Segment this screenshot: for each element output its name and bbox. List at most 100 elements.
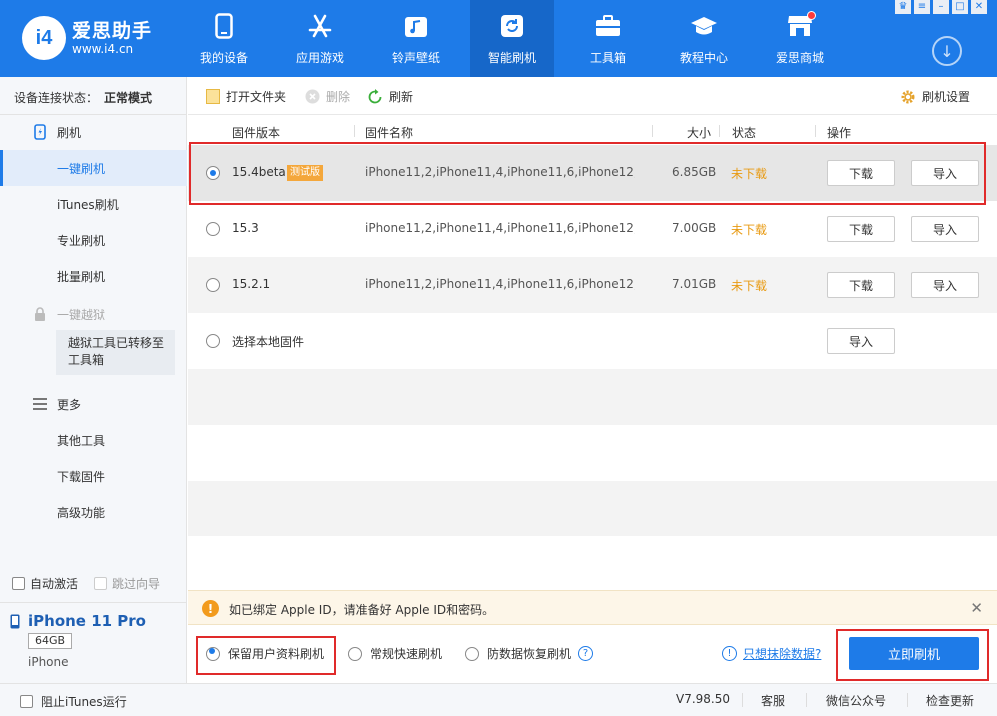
keep-data-radio[interactable] <box>206 646 220 661</box>
local-firmware-radio[interactable] <box>206 334 220 348</box>
col-version: 固件版本 <box>232 126 281 140</box>
nav-ringtones-wallpapers[interactable]: 铃声壁纸 <box>374 0 458 77</box>
option-quick-flash[interactable]: 常规快速刷机 <box>348 645 442 662</box>
app-name: 爱思助手 <box>72 19 153 42</box>
firmware-status: 未下载 <box>731 167 768 181</box>
refresh-icon <box>498 12 526 40</box>
phone-icon <box>210 12 238 40</box>
nav-label: 工具箱 <box>589 51 626 65</box>
nav-apps-games[interactable]: 应用游戏 <box>278 0 362 77</box>
customer-service-link[interactable]: 客服 <box>761 692 785 709</box>
menu-icon[interactable]: ≡ <box>914 0 930 14</box>
top-bar: i4 爱思助手 www.i4.cn 我的设备 应用游戏 铃声壁纸 智能刷机 工具… <box>0 0 997 77</box>
download-button[interactable]: 下载 <box>827 160 895 186</box>
import-button[interactable]: 导入 <box>911 216 979 242</box>
device-info: iPhone 11 Pro 64GB iPhone <box>0 602 187 683</box>
firmware-size: 6.85GB <box>672 165 717 179</box>
option-anti-recovery[interactable]: 防数据恢复刷机 ? <box>465 645 594 662</box>
sidebar-item-advanced[interactable]: 高级功能 <box>0 494 187 530</box>
sidebar-item-download-firmware[interactable]: 下载固件 <box>0 458 187 494</box>
table-row[interactable]: 15.3 iPhone11,2,iPhone11,4,iPhone11,6,iP… <box>188 201 997 257</box>
notice-text: 如已绑定 Apple ID，请准备好 Apple ID和密码。 <box>229 603 495 617</box>
block-itunes-checkbox[interactable] <box>20 695 33 708</box>
firmware-name: iPhone11,2,iPhone11,4,iPhone11,6,iPhone1… <box>365 221 635 235</box>
nav-label: 爱思商城 <box>775 51 824 65</box>
flash-now-button[interactable]: 立即刷机 <box>849 637 979 670</box>
download-manager-icon[interactable]: ↓ <box>932 36 962 66</box>
nav-smart-flash[interactable]: 智能刷机 <box>470 0 554 77</box>
graduation-cap-icon <box>690 12 718 40</box>
notice-close-icon[interactable]: ✕ <box>970 599 983 617</box>
delete-button[interactable]: 删除 <box>305 88 350 105</box>
firmware-name: iPhone11,2,iPhone11,4,iPhone11,6,iPhone1… <box>365 277 635 291</box>
empty-row <box>188 481 997 536</box>
firmware-radio[interactable] <box>206 222 220 236</box>
sidebar-item-other-tools[interactable]: 其他工具 <box>0 422 187 458</box>
nav-label: 我的设备 <box>199 51 248 65</box>
download-button[interactable]: 下载 <box>827 272 895 298</box>
local-firmware-row[interactable]: 选择本地固件 导入 <box>188 313 997 369</box>
anti-recovery-radio[interactable] <box>465 646 479 661</box>
local-import-button[interactable]: 导入 <box>827 328 895 354</box>
app-logo: i4 爱思助手 www.i4.cn <box>22 16 152 60</box>
nav-my-device[interactable]: 我的设备 <box>182 0 266 77</box>
sidebar-header-more: 更多 <box>0 386 187 422</box>
minimize-icon[interactable]: – <box>933 0 949 14</box>
skin-icon[interactable]: ♛ <box>895 0 911 14</box>
sidebar-item-one-click-flash[interactable]: 一键刷机 <box>0 150 187 186</box>
firmware-radio[interactable] <box>206 278 220 292</box>
nav-label: 教程中心 <box>679 51 728 65</box>
sidebar-item-batch-flash[interactable]: 批量刷机 <box>0 258 187 294</box>
sidebar-item-itunes-flash[interactable]: iTunes刷机 <box>0 186 187 222</box>
toolbox-icon <box>594 12 622 40</box>
option-keep-data[interactable]: 保留用户资料刷机 <box>206 645 324 662</box>
nav-tutorials[interactable]: 教程中心 <box>662 0 746 77</box>
wechat-link[interactable]: 微信公众号 <box>826 692 886 709</box>
import-button[interactable]: 导入 <box>911 160 979 186</box>
refresh-button[interactable]: 刷新 <box>367 88 413 105</box>
beta-badge: 测试版 <box>287 165 323 181</box>
block-itunes-label: 阻止iTunes运行 <box>41 695 127 709</box>
table-header: 固件版本 固件名称 大小 状态 操作 <box>188 119 997 143</box>
firmware-name: iPhone11,2,iPhone11,4,iPhone11,6,iPhone1… <box>365 165 635 179</box>
notification-dot <box>807 11 816 20</box>
toolbar: 打开文件夹 删除 刷新 刷机设置 <box>188 77 997 115</box>
auto-activate-label: 自动激活 <box>30 577 79 591</box>
maximize-icon[interactable]: □ <box>952 0 968 14</box>
nav-shop[interactable]: 爱思商城 <box>758 0 842 77</box>
app-store-icon <box>306 12 334 40</box>
skip-guide-checkbox[interactable] <box>94 577 108 590</box>
open-folder-button[interactable]: 打开文件夹 <box>206 88 286 105</box>
auto-activate-checkbox[interactable] <box>12 577 25 590</box>
warning-icon: ! <box>202 600 219 617</box>
col-action: 操作 <box>827 126 852 140</box>
connection-status: 设备连接状态： 正常模式 <box>14 91 153 105</box>
lock-icon <box>32 306 48 322</box>
nav-toolbox[interactable]: 工具箱 <box>566 0 650 77</box>
keep-data-label: 保留用户资料刷机 <box>228 647 325 661</box>
firmware-status: 未下载 <box>731 223 768 237</box>
import-button[interactable]: 导入 <box>911 272 979 298</box>
help-icon[interactable]: ? <box>578 646 594 661</box>
quick-flash-radio[interactable] <box>348 646 362 661</box>
app-version: V7.98.50 <box>676 692 731 706</box>
anti-recovery-label: 防数据恢复刷机 <box>487 647 572 661</box>
firmware-size: 7.01GB <box>672 277 717 291</box>
auto-activate-row: 自动激活 跳过向导 <box>12 575 160 592</box>
firmware-radio[interactable] <box>206 166 220 180</box>
firmware-version: 15.3 <box>232 221 259 235</box>
table-row[interactable]: 15.2.1 iPhone11,2,iPhone11,4,iPhone11,6,… <box>188 257 997 313</box>
music-icon <box>402 12 430 40</box>
table-row[interactable]: 15.4beta 测试版 iPhone11,2,iPhone11,4,iPhon… <box>188 145 997 201</box>
sidebar-item-pro-flash[interactable]: 专业刷机 <box>0 222 187 258</box>
local-firmware-label: 选择本地固件 <box>232 335 305 349</box>
close-icon[interactable]: ✕ <box>971 0 987 14</box>
device-capacity: 64GB <box>28 633 73 649</box>
check-update-link[interactable]: 检查更新 <box>926 692 974 709</box>
connection-status-value: 正常模式 <box>104 91 153 105</box>
download-button[interactable]: 下载 <box>827 216 895 242</box>
empty-row <box>188 369 997 425</box>
firmware-version: 15.2.1 <box>232 277 271 291</box>
erase-data-link[interactable]: ! 只想抹除数据? <box>722 645 821 662</box>
flash-settings-button[interactable]: 刷机设置 <box>900 88 970 105</box>
